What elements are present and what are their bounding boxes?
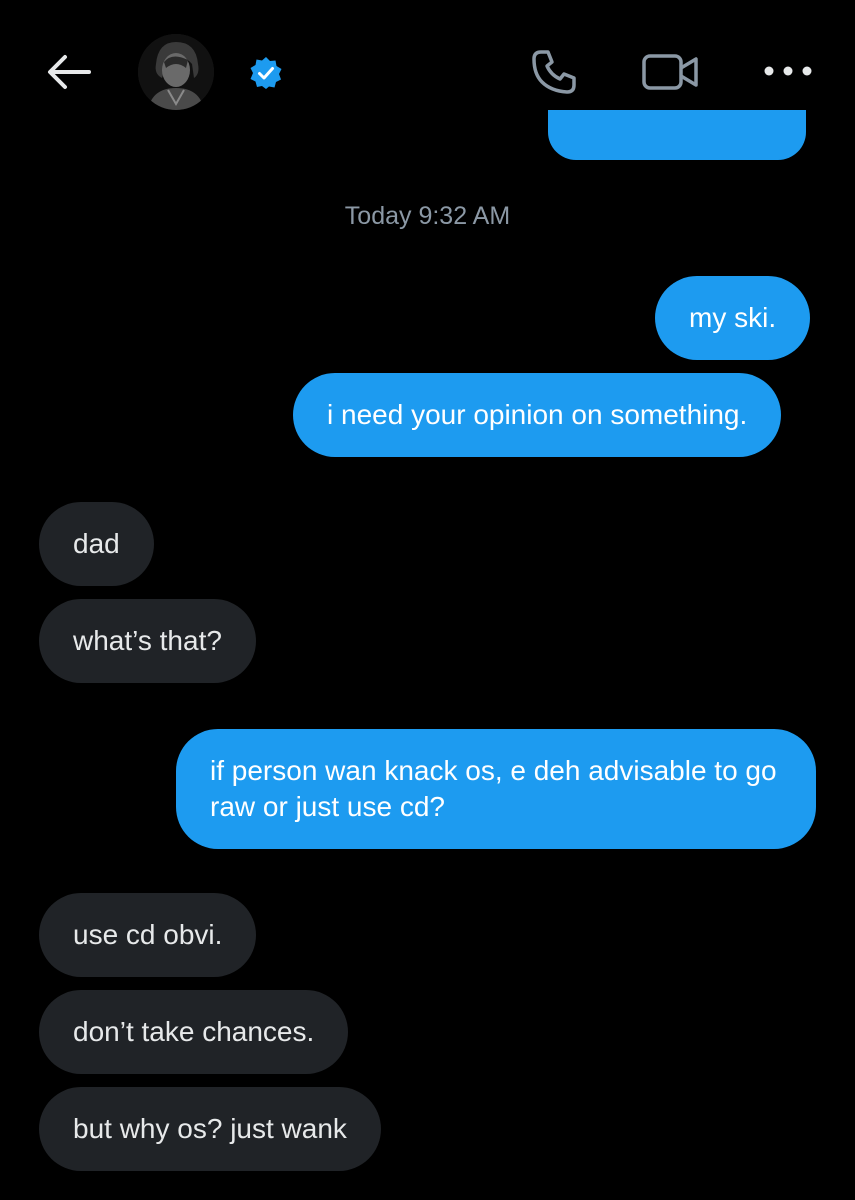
message-timestamp: Today 9:32 AM (344, 202, 511, 230)
back-button[interactable] (40, 46, 96, 98)
avatar-image (138, 34, 214, 110)
message-text: i need your opinion on something. (327, 399, 748, 430)
previous-message-bubble[interactable] (548, 110, 806, 160)
arrow-left-icon (48, 55, 91, 89)
message-bubble-incoming[interactable]: use cd obvi. (39, 893, 257, 977)
message-text: don’t take chances. (73, 1016, 315, 1047)
verified-badge (249, 56, 283, 90)
message-text: my ski. (689, 302, 777, 333)
avatar[interactable] (138, 34, 214, 110)
message-bubble-incoming[interactable]: dad (39, 502, 154, 586)
call-button[interactable] (524, 44, 584, 100)
message-text: dad (73, 528, 120, 559)
message-bubble-outgoing[interactable]: if person wan knack os, e deh advisable … (176, 729, 816, 849)
message-text: what’s that? (73, 625, 222, 656)
message-bubble-outgoing[interactable]: i need your opinion on something. (293, 373, 782, 457)
message-bubble-incoming[interactable]: don’t take chances. (39, 990, 349, 1074)
video-call-button[interactable] (638, 46, 704, 98)
phone-icon (532, 50, 576, 94)
message-text: use cd obvi. (73, 919, 223, 950)
message-bubble-outgoing[interactable]: my ski. (655, 276, 811, 360)
more-options-button[interactable] (758, 48, 818, 94)
verified-badge-icon (250, 57, 282, 89)
more-horizontal-icon (764, 66, 812, 76)
message-text: if person wan knack os, e deh advisable … (210, 755, 777, 822)
video-camera-icon (642, 54, 698, 90)
message-bubble-incoming[interactable]: but why os? just wank (39, 1087, 381, 1171)
message-text: but why os? just wank (73, 1113, 347, 1144)
message-bubble-incoming[interactable]: what’s that? (39, 599, 256, 683)
